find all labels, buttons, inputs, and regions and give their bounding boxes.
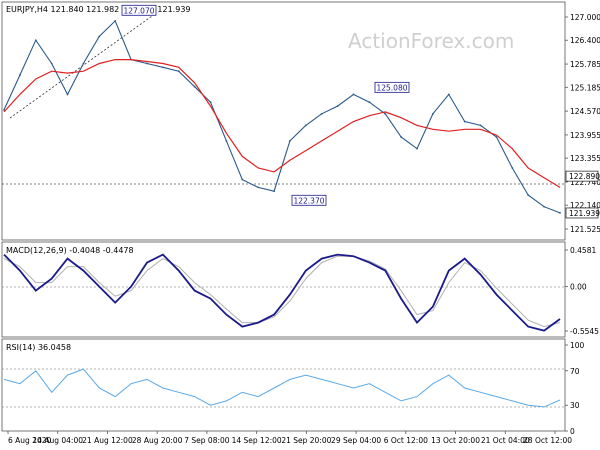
price-point: [177, 70, 180, 73]
price-tick-label: 127.000: [570, 13, 600, 22]
price-flag-label: 121.939: [569, 209, 600, 218]
price-tick-label: 125.185: [570, 83, 600, 92]
price-point: [384, 112, 387, 115]
price-point: [225, 140, 228, 142]
x-tick-label: 21 Sep 20:00: [281, 436, 331, 445]
x-tick-label: 21 Aug 12:00: [82, 436, 133, 445]
price-point: [479, 124, 482, 127]
price-point: [352, 93, 355, 96]
macd-tick-label: -0.5545: [570, 327, 599, 336]
price-point: [193, 85, 196, 88]
price-point: [273, 190, 275, 193]
watermark: ActionForex.com: [348, 29, 514, 53]
rsi-label: RSI(14) 36.0458: [6, 343, 71, 352]
price-point: [559, 212, 561, 214]
price-point: [304, 124, 307, 127]
annotation-flag: 127.070: [121, 4, 157, 16]
macd-tick-label: 0.4581: [570, 246, 596, 255]
price-point: [257, 186, 260, 189]
x-tick-label: 28 Oct 12:00: [523, 436, 572, 445]
price-tick-label: 126.400: [570, 36, 600, 45]
macd-axis: 0.4581 0.00 -0.5545: [565, 246, 599, 336]
annotation-flag-label: 122.370: [293, 196, 324, 205]
price-point: [241, 178, 244, 181]
x-tick-label: 6 Oct 12:00: [384, 436, 428, 445]
price-axis: 127.000 126.400 125.785 125.185 124.570 123.9…: [565, 13, 600, 234]
annotation-flag-label: 125.080: [376, 83, 407, 92]
annotation-flag: 125.080: [374, 81, 410, 93]
rsi-tick-label: 30: [570, 401, 580, 410]
price-point: [463, 120, 466, 123]
price-point: [495, 136, 498, 138]
price-point: [511, 167, 514, 169]
symbol-info: EURJPY,H4 121.840 121.982 121.830 121.93…: [6, 5, 191, 14]
price-point: [98, 35, 101, 38]
price-point: [336, 105, 339, 107]
macd-label: MACD(12,26,9) -0.4048 -0.4478: [6, 246, 134, 255]
annotation-flag: 122.370: [291, 194, 327, 206]
rsi-tick-label: 70: [570, 367, 580, 376]
price-point: [114, 19, 117, 22]
price-point: [82, 62, 85, 65]
price-point: [447, 93, 450, 96]
price-point: [161, 66, 164, 69]
price-point: [66, 93, 69, 96]
x-tick-label: 28 Aug 20:00: [132, 436, 183, 445]
price-point: [416, 147, 418, 150]
x-tick-label: 13 Oct 20:00: [431, 436, 480, 445]
level-price-flag: 122.890: [565, 170, 600, 182]
price-point: [34, 39, 37, 42]
price-flag-label: 122.890: [569, 172, 600, 181]
x-tick-label: 14 Sep 12:00: [232, 436, 282, 445]
price-point: [146, 62, 148, 65]
rsi-tick-label: 100: [570, 341, 585, 350]
price-point: [289, 140, 291, 142]
price-tick-label: 124.570: [570, 107, 600, 116]
macd-tick-label: 0.00: [570, 283, 587, 292]
price-point: [400, 136, 403, 138]
price-point: [527, 194, 530, 197]
price-tick-label: 125.785: [570, 60, 600, 69]
price-point: [543, 205, 546, 208]
rsi-panel-frame: [1, 338, 566, 432]
price-point: [50, 62, 53, 65]
rsi-axis: 100 70 30 0: [565, 341, 585, 436]
price-point: [209, 101, 212, 104]
price-flags: 122.890 121.939: [565, 170, 600, 219]
macd-panel-frame: [1, 241, 566, 338]
price-point: [432, 112, 434, 115]
annotation-flag-label: 127.070: [123, 6, 154, 15]
chart-svg: ActionForex.com EURJPY,H4 121.840 121.98…: [1, 1, 600, 445]
x-tick-label: 7 Sep 08:00: [184, 436, 230, 445]
price-point: [320, 112, 323, 115]
time-axis: 6 Aug 202014 Aug 04:00 21 Aug 12:00 28 Aug…: [7, 431, 572, 445]
price-tick-label: 121.525: [570, 225, 600, 234]
current-price-flag: 121.939: [565, 207, 600, 219]
price-tick-label: 123.955: [570, 131, 600, 140]
x-tick-label: 29 Sep 04:00: [331, 436, 381, 445]
chart-root: ActionForex.com EURJPY,H4 121.840 121.98…: [0, 0, 600, 450]
price-tick-label: 123.355: [570, 154, 600, 163]
x-tick-label: 14 Aug 04:00: [32, 436, 83, 445]
price-point: [18, 74, 21, 76]
price-point: [368, 101, 371, 104]
rsi-tick-label: 0: [570, 427, 575, 436]
